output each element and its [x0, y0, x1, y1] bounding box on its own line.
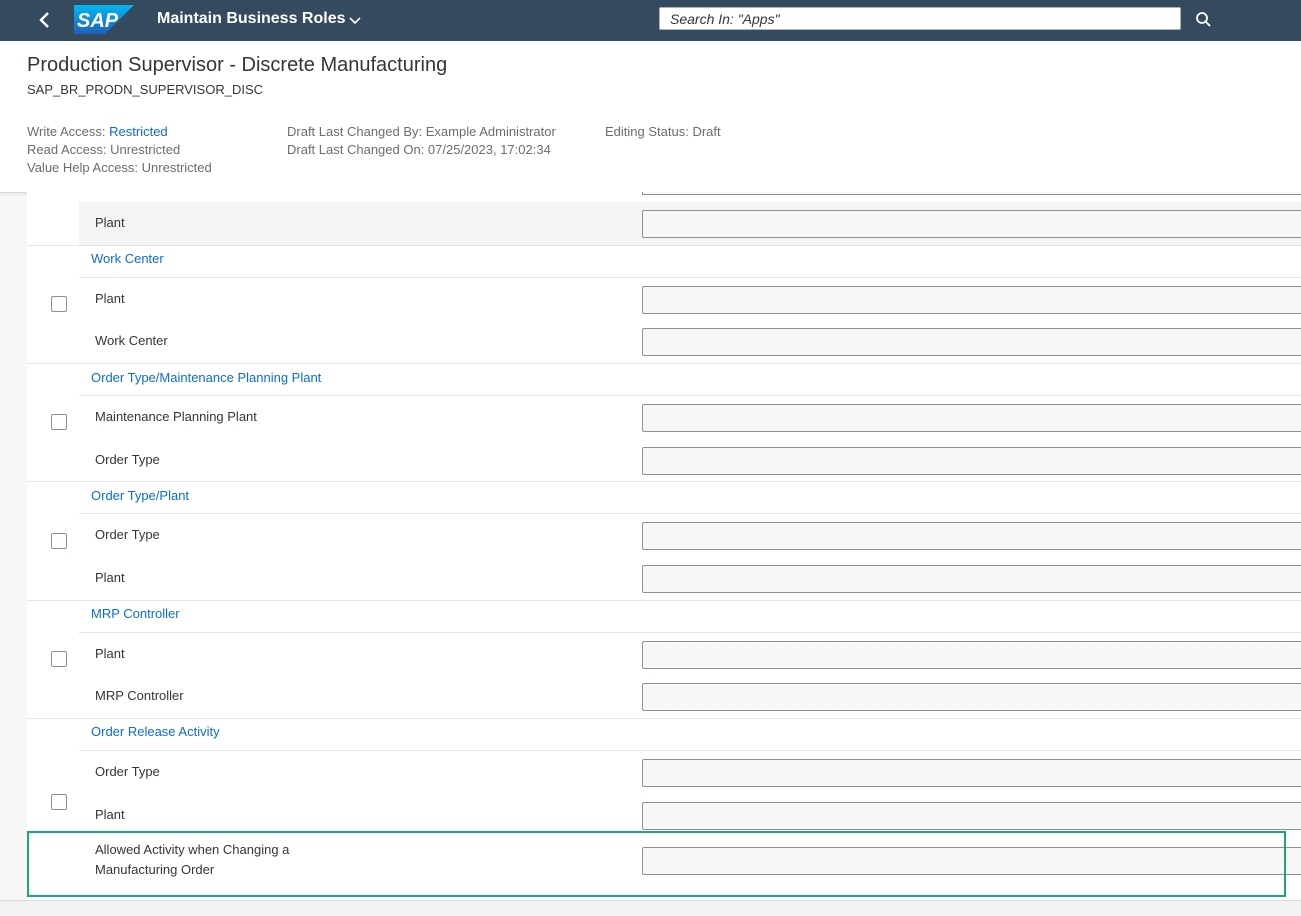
chevron-down-icon[interactable] [348, 14, 362, 26]
value-help-access: Value Help Access: Unrestricted [27, 160, 212, 175]
field-label: Plant [95, 215, 125, 230]
back-button[interactable] [32, 8, 58, 32]
page-title: Production Supervisor - Discrete Manufac… [27, 54, 448, 76]
field-input[interactable] [642, 759, 1301, 787]
field-label: Order Type [95, 764, 160, 779]
field-label: Work Center [95, 333, 168, 348]
group-checkbox[interactable] [51, 651, 67, 667]
draft-changed-on: Draft Last Changed On: 07/25/2023, 17:02… [287, 142, 551, 157]
value-input[interactable] [643, 566, 1301, 592]
write-access-label: Write Access: [27, 124, 106, 139]
field-label: Plant [95, 570, 125, 585]
value-input[interactable] [643, 642, 1301, 668]
field-input[interactable] [642, 683, 1301, 711]
group-title-work-center[interactable]: Work Center [91, 251, 164, 266]
draft-attributes: Draft Last Changed By: Example Administr… [287, 123, 556, 159]
field-label: Plant [95, 646, 125, 661]
search-field[interactable] [659, 7, 1181, 30]
value-input[interactable] [643, 329, 1301, 355]
group-checkbox[interactable] [51, 533, 67, 549]
field-input[interactable] [642, 802, 1301, 830]
row-divider [79, 750, 1301, 751]
value-input[interactable] [643, 287, 1301, 313]
field-input-allowed-activity[interactable] [642, 847, 1301, 875]
object-header: Production Supervisor - Discrete Manufac… [0, 41, 1301, 193]
field-input[interactable] [642, 447, 1301, 475]
field-input[interactable] [642, 210, 1301, 238]
chevron-left-icon [32, 8, 58, 32]
value-input[interactable] [643, 760, 1301, 786]
shell-bar: SAP Maintain Business Roles [0, 0, 1301, 41]
row-divider [79, 277, 1301, 278]
field-label: Plant [95, 807, 125, 822]
field-input[interactable] [642, 641, 1301, 669]
value-input[interactable] [643, 684, 1301, 710]
write-access-link[interactable]: Restricted [109, 124, 168, 139]
row-divider [27, 481, 1301, 482]
value-input[interactable] [643, 523, 1301, 549]
row-divider [79, 395, 1301, 396]
sap-logo[interactable]: SAP [74, 5, 134, 34]
group-title-order-type-plant[interactable]: Order Type/Plant [91, 488, 189, 503]
value-input[interactable] [643, 848, 1301, 874]
editing-status: Editing Status: Draft [605, 124, 721, 139]
group-checkbox[interactable] [51, 414, 67, 430]
row-divider [79, 632, 1301, 633]
row-divider [27, 245, 1301, 246]
field-input[interactable] [642, 328, 1301, 356]
field-input[interactable] [642, 565, 1301, 593]
role-id: SAP_BR_PRODN_SUPERVISOR_DISC [27, 82, 264, 97]
search-icon[interactable] [1195, 11, 1212, 28]
field-input[interactable] [642, 522, 1301, 550]
row-divider [27, 600, 1301, 601]
field-input-stub[interactable] [642, 192, 1301, 195]
field-label: Order Type [95, 452, 160, 467]
footer-strip [0, 900, 1301, 916]
read-access: Read Access: Unrestricted [27, 142, 181, 157]
field-label-allowed-activity: Allowed Activity when Changing a Manufac… [95, 840, 289, 880]
field-input[interactable] [642, 286, 1301, 314]
write-access: Write Access: Restricted [27, 123, 212, 141]
row-divider [79, 513, 1301, 514]
app-title[interactable]: Maintain Business Roles [157, 10, 346, 28]
access-attributes: Write Access: Restricted Read Access: Un… [27, 123, 212, 177]
group-checkbox[interactable] [51, 296, 67, 312]
field-label: MRP Controller [95, 688, 184, 703]
draft-changed-by: Draft Last Changed By: Example Administr… [287, 124, 556, 139]
field-input[interactable] [642, 404, 1301, 432]
field-label-line: Manufacturing Order [95, 862, 215, 877]
logo-text: SAP [77, 10, 119, 32]
value-input[interactable] [643, 448, 1301, 474]
value-input[interactable] [643, 405, 1301, 431]
restrictions-table: Plant Work Center Plant Work Center Orde… [27, 192, 1301, 900]
group-title-order-release-activity[interactable]: Order Release Activity [91, 724, 220, 739]
value-input[interactable] [643, 211, 1301, 237]
row-divider [27, 363, 1301, 364]
row-divider [27, 718, 1301, 719]
search-input[interactable] [660, 8, 1180, 29]
field-label: Order Type [95, 527, 160, 542]
group-title-order-type-mpp[interactable]: Order Type/Maintenance Planning Plant [91, 370, 321, 385]
group-title-mrp-controller[interactable]: MRP Controller [91, 606, 180, 621]
field-label-line: Allowed Activity when Changing a [95, 842, 290, 857]
field-label: Maintenance Planning Plant [95, 409, 257, 424]
value-input[interactable] [643, 803, 1301, 829]
group-checkbox[interactable] [51, 794, 67, 810]
field-label: Plant [95, 291, 125, 306]
